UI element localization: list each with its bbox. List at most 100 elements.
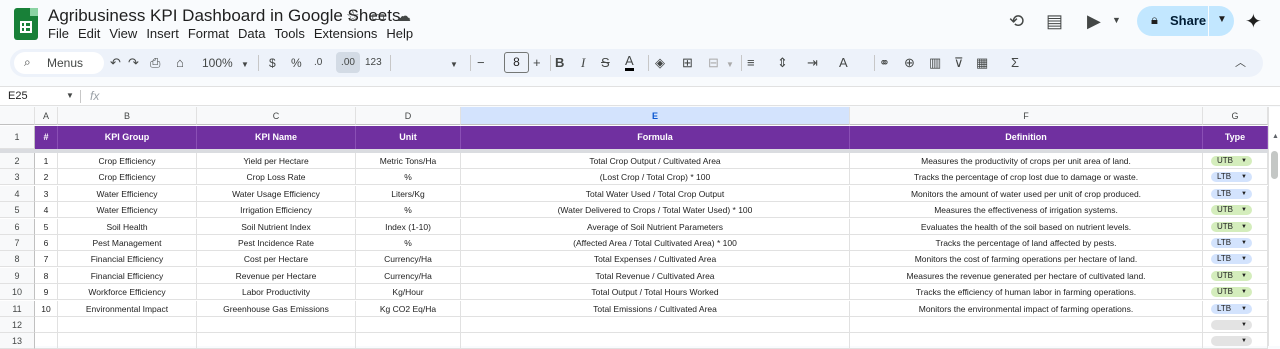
cell-formula[interactable]: (Lost Crop / Total Crop) * 100 bbox=[461, 169, 850, 185]
row-header-1[interactable]: 1 bbox=[0, 126, 35, 149]
cell-definition[interactable]: Evaluates the health of the soil based o… bbox=[850, 219, 1203, 235]
menu-data[interactable]: Data bbox=[238, 26, 272, 42]
insert-chart-icon[interactable]: ▥ bbox=[929, 54, 941, 72]
cell-type[interactable]: ▼ bbox=[1203, 333, 1268, 349]
header-cell-kpi-name[interactable]: KPI Name bbox=[197, 126, 356, 149]
type-dropdown-chip[interactable]: UTB ▼ bbox=[1211, 205, 1252, 215]
row-header[interactable]: 2 bbox=[0, 153, 35, 169]
cell-unit[interactable]: Currency/Ha bbox=[356, 268, 461, 284]
cell-definition[interactable]: Measures the effectiveness of irrigation… bbox=[850, 202, 1203, 218]
chip-dropdown-icon[interactable]: ▼ bbox=[1241, 271, 1247, 281]
type-dropdown-chip[interactable]: LTB ▼ bbox=[1211, 254, 1252, 264]
cell-formula[interactable] bbox=[461, 317, 850, 333]
cell-kpi-group[interactable]: Crop Efficiency bbox=[58, 169, 197, 185]
cell-unit[interactable]: % bbox=[356, 202, 461, 218]
header-cell-formula[interactable]: Formula bbox=[461, 126, 850, 149]
row-header[interactable]: 3 bbox=[0, 169, 35, 185]
cell-definition[interactable]: Measures the productivity of crops per u… bbox=[850, 153, 1203, 169]
column-header-f[interactable]: F bbox=[850, 107, 1203, 125]
chip-dropdown-icon[interactable]: ▼ bbox=[1241, 320, 1247, 330]
cell-formula[interactable]: Total Water Used / Total Crop Output bbox=[461, 186, 850, 202]
cell-definition[interactable]: Monitors the cost of farming operations … bbox=[850, 251, 1203, 267]
name-box[interactable]: E25 bbox=[8, 90, 28, 102]
cell-kpi-group[interactable] bbox=[58, 317, 197, 333]
column-header-e[interactable]: E bbox=[461, 107, 850, 125]
chip-dropdown-icon[interactable]: ▼ bbox=[1241, 205, 1247, 215]
chip-dropdown-icon[interactable]: ▼ bbox=[1241, 238, 1247, 248]
move-folder-icon[interactable]: ▭ bbox=[371, 7, 385, 25]
cell-kpi-group[interactable]: Environmental Impact bbox=[58, 301, 197, 317]
menu-view[interactable]: View bbox=[109, 26, 144, 42]
cell-formula[interactable]: Total Emissions / Cultivated Area bbox=[461, 301, 850, 317]
type-dropdown-chip[interactable]: UTB ▼ bbox=[1211, 156, 1252, 166]
cell-number[interactable]: 2 bbox=[35, 169, 58, 185]
cell-unit[interactable]: Kg/Hour bbox=[356, 284, 461, 300]
cell-unit[interactable]: Liters/Kg bbox=[356, 186, 461, 202]
chip-dropdown-icon[interactable]: ▼ bbox=[1241, 222, 1247, 232]
row-header[interactable]: 5 bbox=[0, 202, 35, 218]
zoom-dropdown-icon[interactable]: ▼ bbox=[241, 56, 249, 74]
insert-link-icon[interactable]: ⚭ bbox=[879, 54, 890, 72]
share-dropdown-icon[interactable]: ▼ bbox=[1217, 14, 1227, 25]
cell-unit[interactable]: % bbox=[356, 235, 461, 251]
cell-kpi-name[interactable]: Crop Loss Rate bbox=[197, 169, 356, 185]
column-header-a[interactable]: A bbox=[35, 107, 58, 125]
header-cell-kpi-group[interactable]: KPI Group bbox=[58, 126, 197, 149]
chip-dropdown-icon[interactable]: ▼ bbox=[1241, 336, 1247, 346]
cell-number[interactable]: 6 bbox=[35, 235, 58, 251]
print-icon[interactable]: ⎙ bbox=[150, 54, 160, 72]
insert-comment-icon[interactable]: ⊕ bbox=[904, 54, 915, 72]
cell-kpi-name[interactable]: Pest Incidence Rate bbox=[197, 235, 356, 251]
cell-formula[interactable]: Total Expenses / Cultivated Area bbox=[461, 251, 850, 267]
undo-icon[interactable]: ↶ bbox=[110, 54, 121, 72]
menu-extensions[interactable]: Extensions bbox=[314, 26, 385, 42]
row-header[interactable]: 7 bbox=[0, 235, 35, 251]
version-history-icon[interactable]: ⟲ bbox=[1009, 11, 1024, 32]
chip-dropdown-icon[interactable]: ▼ bbox=[1241, 189, 1247, 199]
menu-help[interactable]: Help bbox=[386, 26, 420, 42]
increase-decimal-button[interactable]: .00 bbox=[336, 52, 360, 73]
header-cell-type[interactable]: Type bbox=[1203, 126, 1268, 149]
cell-formula[interactable]: (Water Delivered to Crops / Total Water … bbox=[461, 202, 850, 218]
menu-file[interactable]: File bbox=[48, 26, 76, 42]
cell-definition[interactable]: Tracks the percentage of crop lost due t… bbox=[850, 169, 1203, 185]
text-wrapping-icon[interactable]: ⇥ bbox=[807, 54, 818, 72]
meet-dropdown-icon[interactable]: ▼ bbox=[1112, 15, 1121, 25]
row-header[interactable]: 8 bbox=[0, 251, 35, 267]
row-header[interactable]: 12 bbox=[0, 317, 35, 333]
merge-dropdown-icon[interactable]: ▼ bbox=[726, 56, 734, 74]
font-size-input[interactable]: 8 bbox=[504, 52, 529, 73]
percent-format-button[interactable]: % bbox=[291, 54, 302, 72]
merge-cells-icon[interactable]: ⊟ bbox=[708, 54, 719, 72]
share-button[interactable]: 🔒︎ Share ▼ bbox=[1137, 6, 1234, 36]
cell-definition[interactable]: Monitors the amount of water used per un… bbox=[850, 186, 1203, 202]
increase-font-size-icon[interactable]: + bbox=[533, 54, 541, 72]
cell-kpi-group[interactable]: Pest Management bbox=[58, 235, 197, 251]
paint-format-icon[interactable]: ⌂ bbox=[176, 54, 184, 72]
chip-dropdown-icon[interactable]: ▼ bbox=[1241, 287, 1247, 297]
italic-icon[interactable]: I bbox=[581, 54, 585, 72]
cell-kpi-name[interactable]: Greenhouse Gas Emissions bbox=[197, 301, 356, 317]
functions-icon[interactable]: Σ bbox=[1011, 54, 1019, 72]
type-dropdown-chip[interactable]: UTB ▼ bbox=[1211, 271, 1252, 281]
cell-number[interactable]: 8 bbox=[35, 268, 58, 284]
cell-type[interactable]: UTB ▼ bbox=[1203, 202, 1268, 218]
cell-type[interactable]: LTB ▼ bbox=[1203, 169, 1268, 185]
row-header[interactable]: 6 bbox=[0, 219, 35, 235]
column-header-c[interactable]: C bbox=[197, 107, 356, 125]
menu-format[interactable]: Format bbox=[188, 26, 236, 42]
vertical-align-icon[interactable]: ⇕ bbox=[777, 54, 788, 72]
cell-definition[interactable]: Monitors the environmental impact of far… bbox=[850, 301, 1203, 317]
menu-edit[interactable]: Edit bbox=[78, 26, 107, 42]
cell-kpi-name[interactable]: Labor Productivity bbox=[197, 284, 356, 300]
cloud-status-icon[interactable]: ☁ bbox=[396, 7, 411, 25]
cell-number[interactable]: 9 bbox=[35, 284, 58, 300]
cell-number[interactable]: 3 bbox=[35, 186, 58, 202]
cell-number[interactable]: 10 bbox=[35, 301, 58, 317]
type-dropdown-chip[interactable]: ▼ bbox=[1211, 320, 1252, 330]
type-dropdown-chip[interactable]: LTB ▼ bbox=[1211, 304, 1252, 314]
menu-tools[interactable]: Tools bbox=[274, 26, 311, 42]
scroll-up-icon[interactable]: ▲ bbox=[1272, 133, 1279, 140]
cell-unit[interactable]: Index (1-10) bbox=[356, 219, 461, 235]
type-dropdown-chip[interactable]: UTB ▼ bbox=[1211, 287, 1252, 297]
